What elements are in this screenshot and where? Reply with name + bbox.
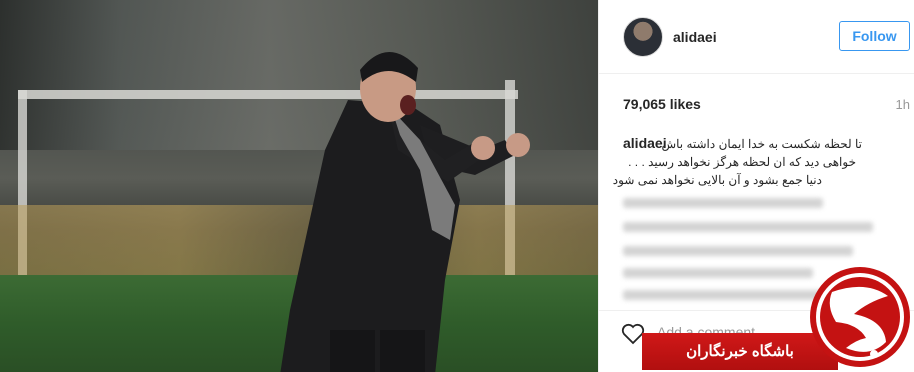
blurred-comment [623,198,823,208]
post-header: alidaei Follow [599,0,914,74]
post-time[interactable]: 1h [896,97,910,112]
header-username[interactable]: alidaei [673,29,717,45]
caption-line-3: دنیا جمع بشود و آن بالایی نخواهد نمی شود [612,173,822,187]
follow-button[interactable]: Follow [839,21,910,51]
caption-line-2: خواهی دید که ان لحظه هرگز نخواهد رسید . … [628,155,856,169]
post-photo [0,0,598,372]
avatar[interactable] [623,17,663,57]
blurred-comment [623,268,813,278]
likes-count[interactable]: 79,065 likes [623,96,701,112]
caption-line-1: تا لحظه شکست به خدا ایمان داشته باش [661,137,862,151]
watermark-logo [810,267,910,367]
coach-figure [280,51,530,372]
blurred-comment [623,222,873,232]
blurred-comment [623,246,853,256]
caption-username[interactable]: alidaei [623,135,667,151]
